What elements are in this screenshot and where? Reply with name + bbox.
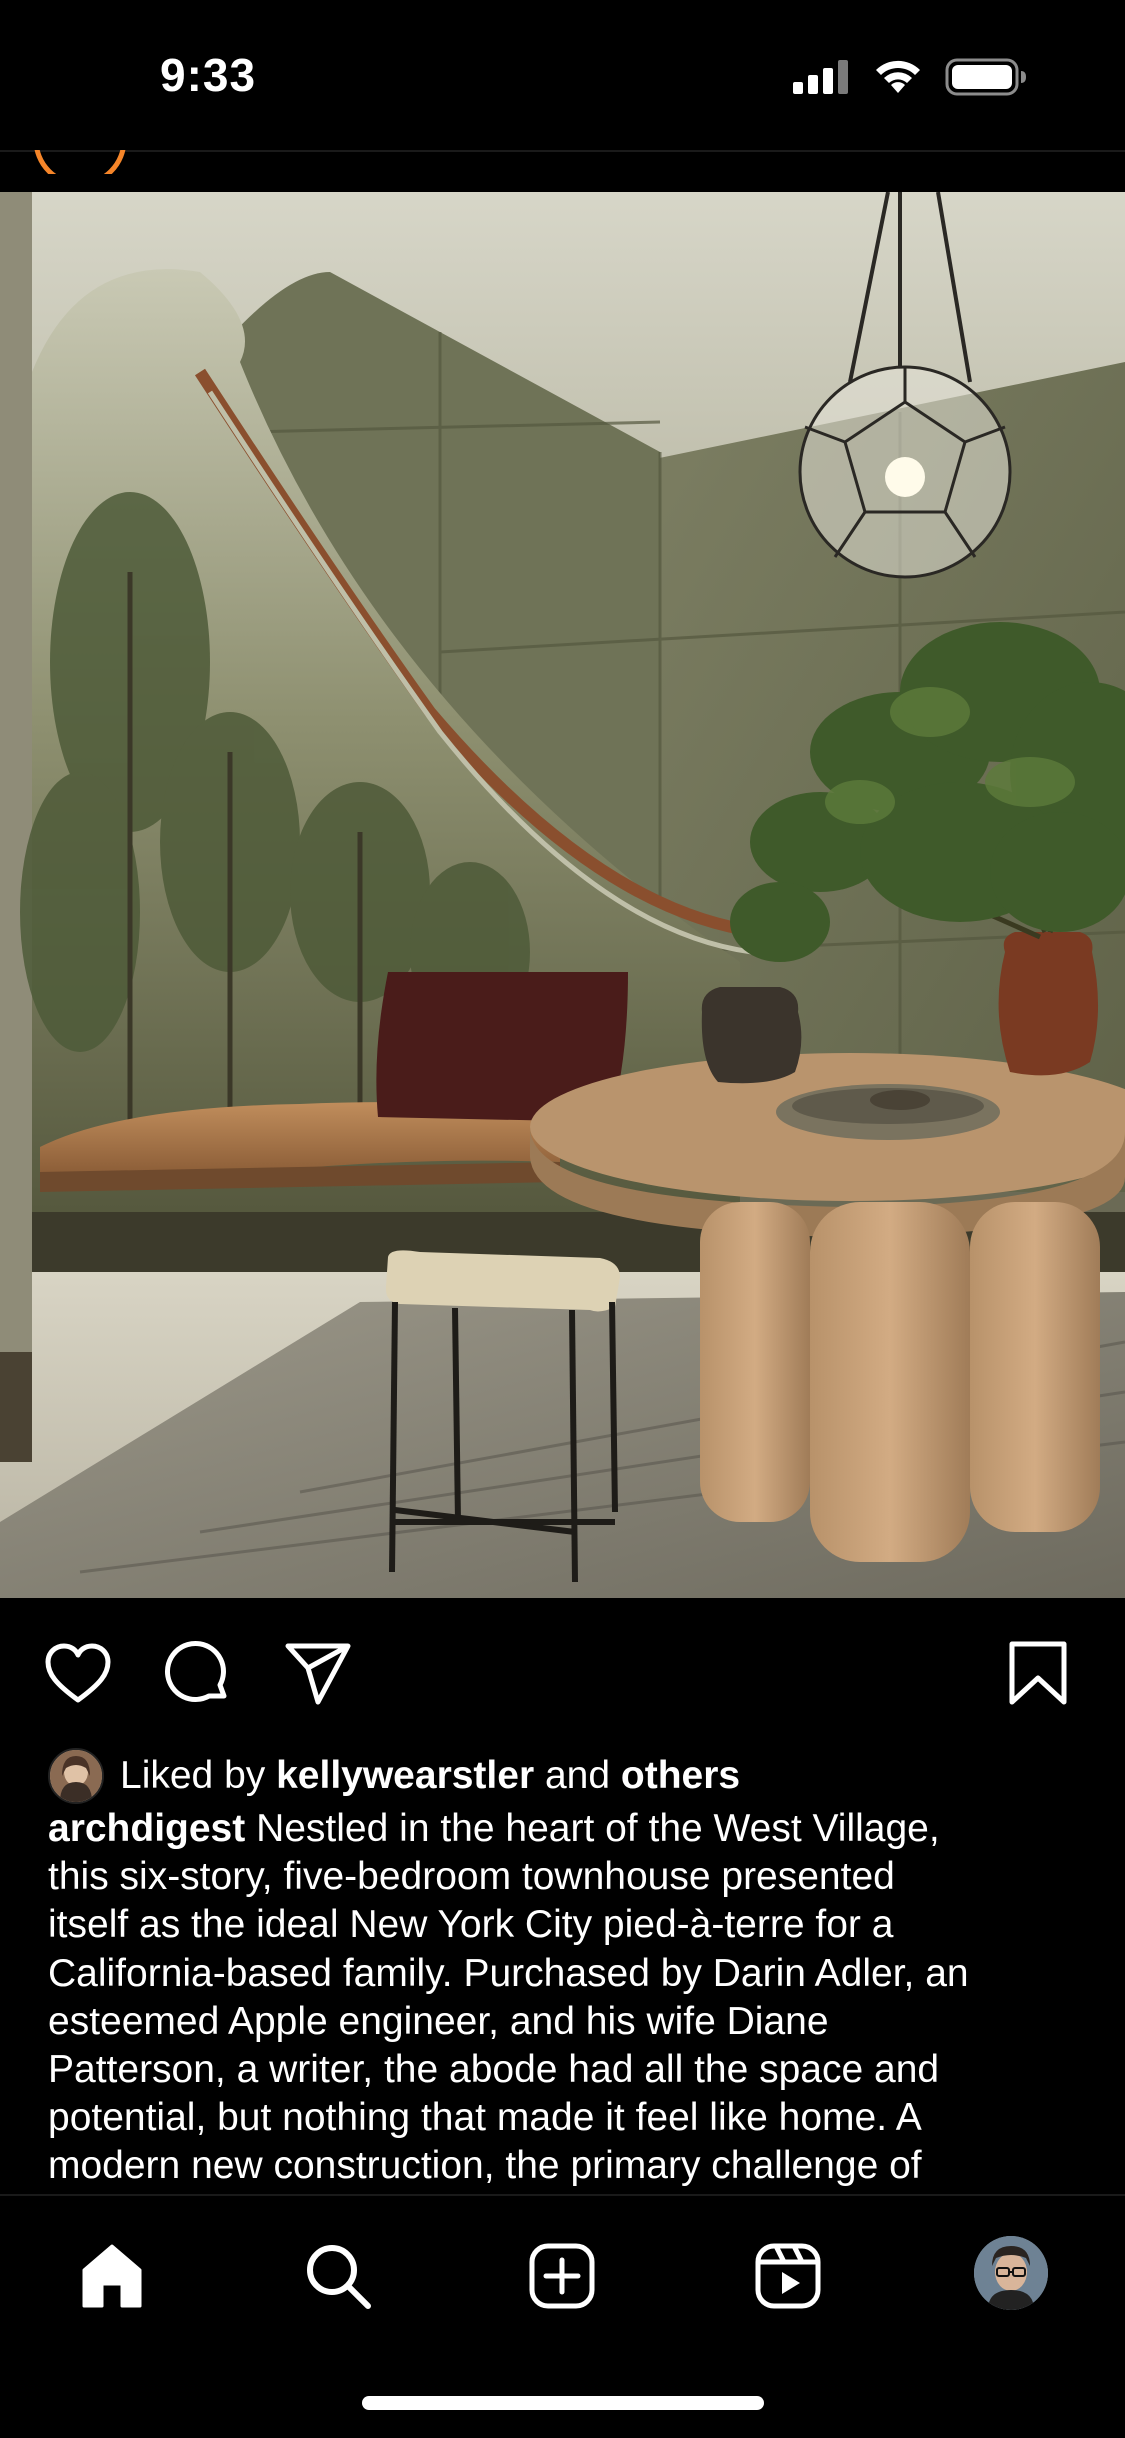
likes-others-link[interactable]: others	[621, 1754, 740, 1798]
home-indicator	[362, 2396, 764, 2410]
status-bar: 9:33	[0, 0, 1125, 150]
liker-avatar[interactable]	[48, 1748, 104, 1804]
paper-plane-icon	[285, 1643, 351, 1705]
tab-profile-avatar[interactable]	[974, 2236, 1048, 2310]
share-button[interactable]	[280, 1636, 356, 1712]
post-image[interactable]	[0, 192, 1125, 1598]
tab-reels[interactable]	[748, 2236, 828, 2316]
plus-square-icon	[529, 2243, 595, 2309]
post-caption[interactable]: archdigest Nestled in the heart of the W…	[48, 1805, 1088, 2193]
likes-joiner: and	[544, 1754, 611, 1797]
tab-home[interactable]	[72, 2236, 152, 2316]
like-button[interactable]	[40, 1636, 116, 1712]
search-icon	[307, 2245, 371, 2309]
likes-prefix: Liked by	[120, 1754, 266, 1797]
story-ring-icon[interactable]	[32, 150, 128, 174]
tab-search[interactable]	[298, 2236, 378, 2316]
likes-row[interactable]: Liked by kellywearstler and others	[48, 1748, 740, 1804]
post-action-row	[0, 1600, 1125, 1740]
tab-create[interactable]	[522, 2236, 602, 2316]
caption-username[interactable]: archdigest	[48, 1807, 245, 1850]
reels-icon	[755, 2243, 821, 2309]
interior-photo	[0, 192, 1125, 1598]
comment-button[interactable]	[160, 1636, 236, 1712]
battery-icon	[945, 58, 1026, 96]
cellular-signal-icon	[793, 60, 848, 94]
liked-by-username[interactable]: kellywearstler	[276, 1754, 534, 1798]
save-button[interactable]	[1000, 1636, 1076, 1712]
status-time: 9:33	[160, 49, 257, 101]
status-icons	[793, 58, 1027, 96]
bookmark-icon	[1009, 1641, 1067, 1705]
comment-bubble-icon	[165, 1641, 227, 1702]
wifi-icon	[876, 60, 920, 93]
heart-icon	[45, 1643, 111, 1703]
home-icon	[82, 2244, 142, 2308]
header-divider	[0, 150, 1125, 152]
caption-text: Nestled in the heart of the West Village…	[48, 1807, 969, 2188]
